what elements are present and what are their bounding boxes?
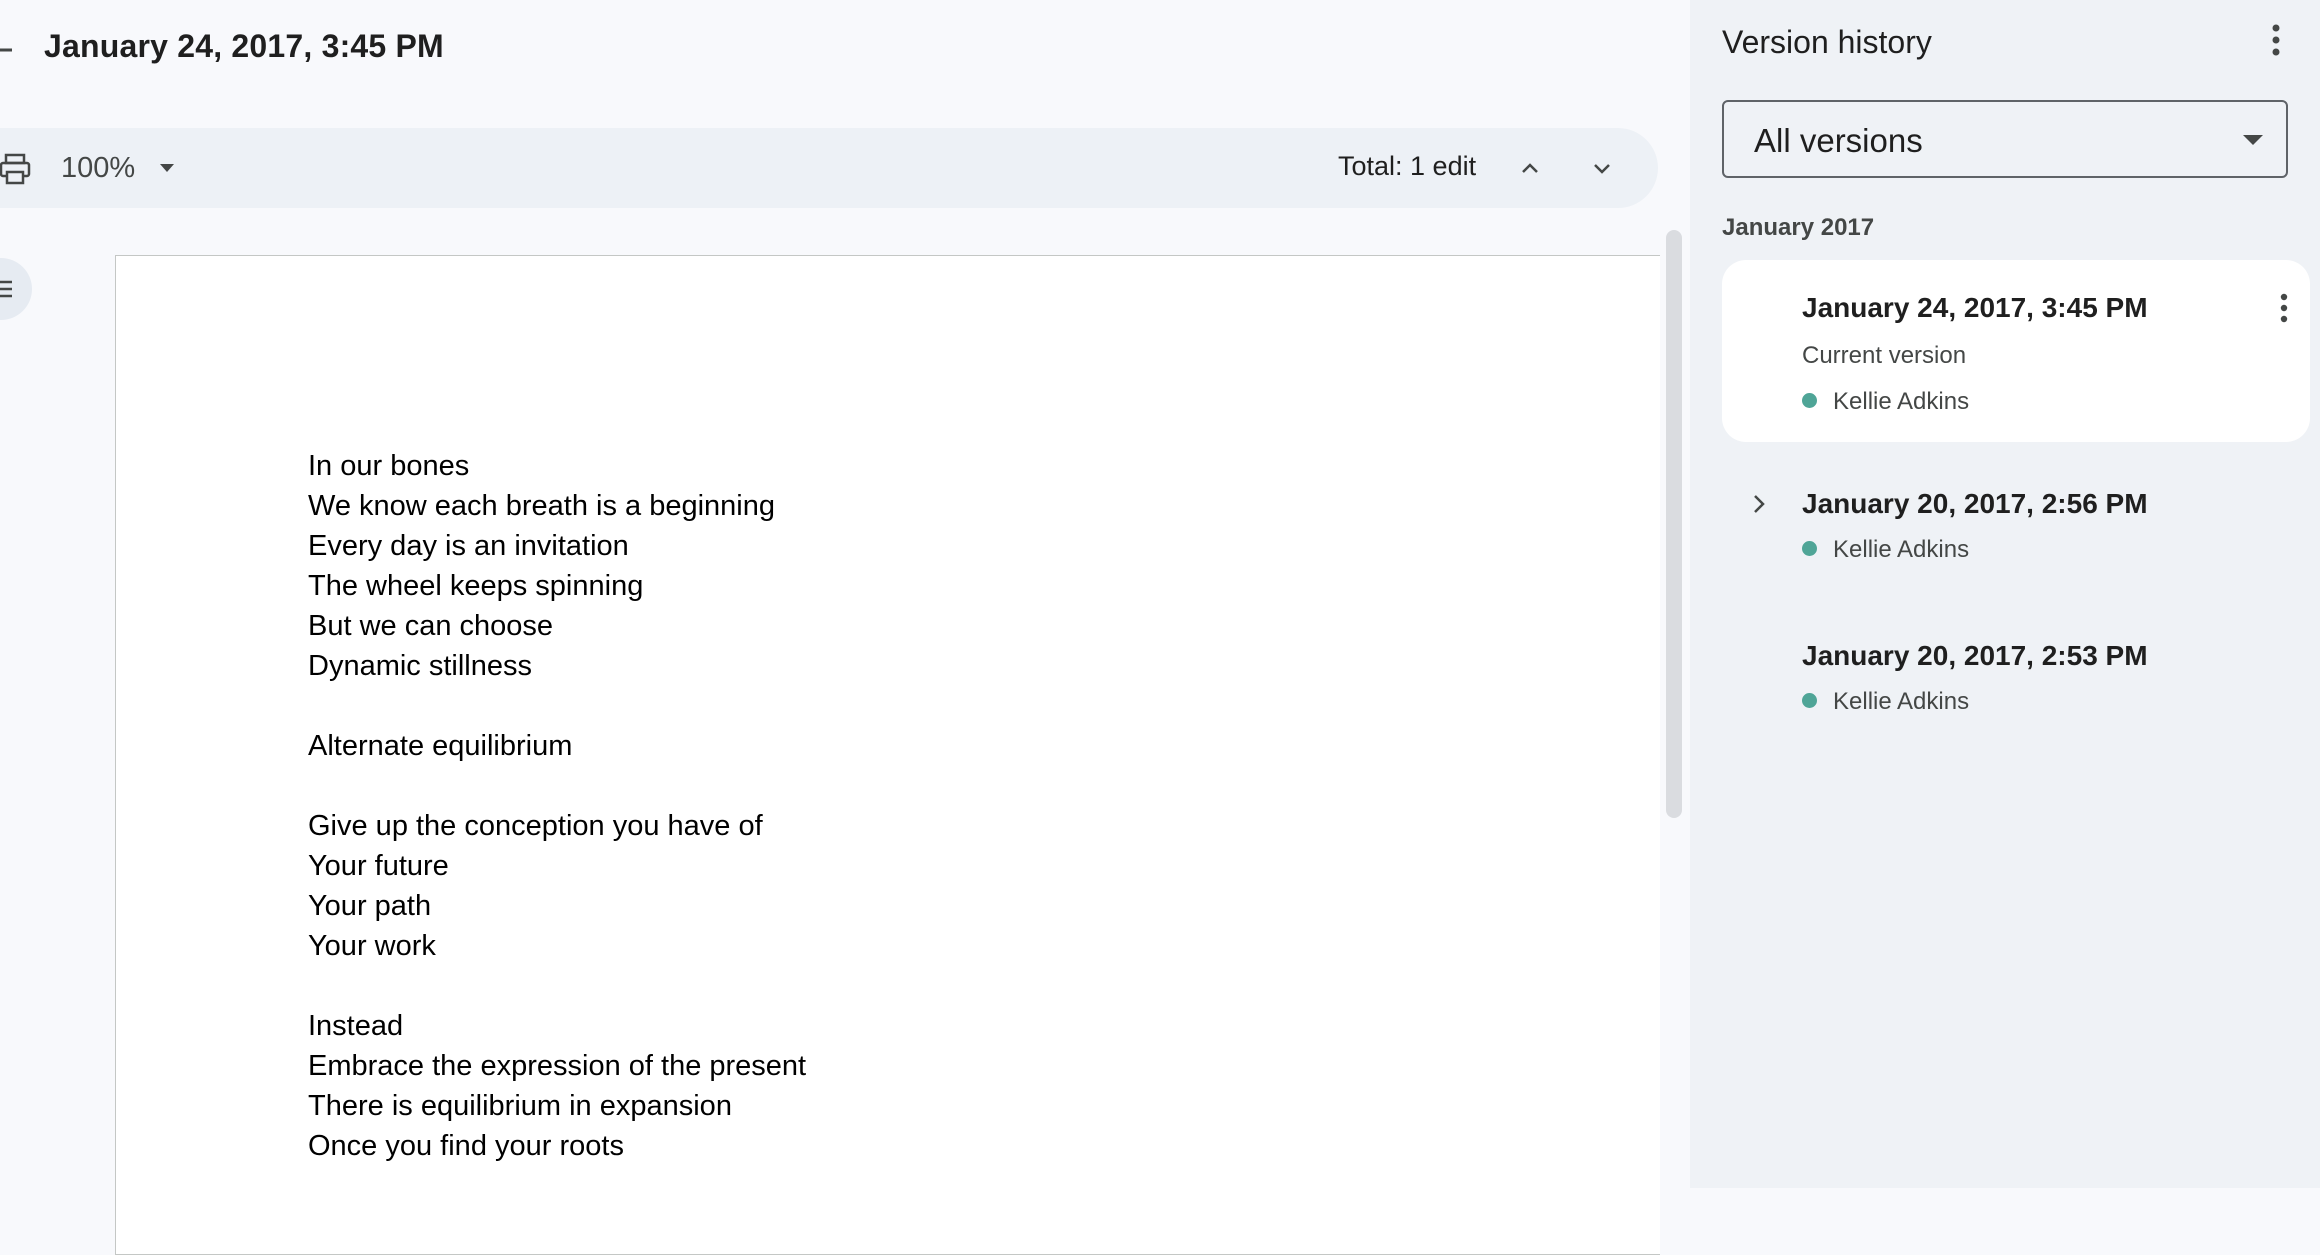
scrollbar-thumb[interactable]	[1666, 230, 1682, 818]
version-author: Kellie Adkins	[1802, 388, 1969, 416]
author-name: Kellie Adkins	[1833, 536, 1970, 563]
author-name: Kellie Adkins	[1833, 388, 1970, 415]
version-author: Kellie Adkins	[1802, 688, 1969, 716]
total-edits-label: Total: 1 edit	[1338, 151, 1477, 181]
document-line: We know each breath is a beginning	[308, 490, 775, 522]
document-line: Instead	[308, 1010, 404, 1042]
document-line: The wheel keeps spinning	[308, 570, 644, 602]
document-line: Dynamic stillness	[308, 650, 532, 682]
panel-title: Version history	[1722, 24, 1932, 60]
toolbar: 100% Total: 1 edit	[0, 128, 1658, 208]
document-viewer: January 24, 2017, 3:45 PM 100% Total: 1 …	[0, 0, 1690, 1255]
chevron-up-icon[interactable]	[1510, 148, 1550, 188]
more-vert-icon[interactable]	[2278, 292, 2290, 324]
outline-button[interactable]	[0, 258, 32, 320]
version-date: January 24, 2017, 3:45 PM	[1802, 292, 2148, 323]
chevron-down-icon[interactable]	[1582, 148, 1622, 188]
chevron-down-icon[interactable]	[158, 162, 176, 174]
page-title: January 24, 2017, 3:45 PM	[44, 28, 444, 64]
version-date: January 20, 2017, 2:56 PM	[1802, 488, 2148, 519]
chevron-right-icon[interactable]	[1750, 492, 1768, 516]
version-item[interactable]: January 20, 2017, 2:53 PM Kellie Adkins	[1722, 622, 2310, 732]
print-icon[interactable]	[0, 152, 32, 186]
document-line: Every day is an invitation	[308, 530, 629, 562]
month-heading: January 2017	[1722, 214, 1875, 241]
version-filter-select[interactable]: All versions	[1722, 100, 2288, 178]
filter-value: All versions	[1754, 122, 1923, 159]
author-color-dot	[1802, 541, 1817, 557]
document-line: Once you find your roots	[308, 1130, 624, 1162]
document-line: In our bones	[308, 450, 470, 482]
version-item-current[interactable]: January 24, 2017, 3:45 PM Current versio…	[1722, 260, 2310, 442]
document-line: There is equilibrium in expansion	[308, 1090, 732, 1122]
document-line: Your future	[308, 850, 449, 882]
document-body: In our bones We know each breath is a be…	[308, 446, 806, 1166]
document-line: But we can choose	[308, 610, 554, 642]
back-arrow-icon[interactable]	[0, 30, 14, 70]
document-line: Alternate equilibrium	[308, 730, 573, 762]
author-color-dot	[1802, 393, 1817, 409]
document-page: In our bones We know each breath is a be…	[115, 255, 1660, 1255]
more-vert-icon[interactable]	[2270, 22, 2282, 58]
version-date: January 20, 2017, 2:53 PM	[1802, 640, 2148, 671]
version-history-panel: Version history All versions January 201…	[1690, 0, 2320, 1188]
document-line: Your work	[308, 930, 436, 962]
author-color-dot	[1802, 693, 1817, 709]
chevron-down-icon	[2243, 135, 2263, 145]
zoom-level[interactable]: 100%	[61, 152, 135, 185]
document-line: Give up the conception you have of	[308, 810, 763, 842]
document-line: Embrace the expression of the present	[308, 1050, 807, 1082]
version-item[interactable]: January 20, 2017, 2:56 PM Kellie Adkins	[1722, 470, 2310, 580]
version-author: Kellie Adkins	[1802, 536, 1969, 564]
title-bar: January 24, 2017, 3:45 PM	[0, 0, 1690, 110]
author-name: Kellie Adkins	[1833, 688, 1970, 715]
version-subtitle: Current version	[1802, 342, 1967, 369]
outline-icon	[0, 280, 12, 298]
document-line: Your path	[308, 890, 432, 922]
